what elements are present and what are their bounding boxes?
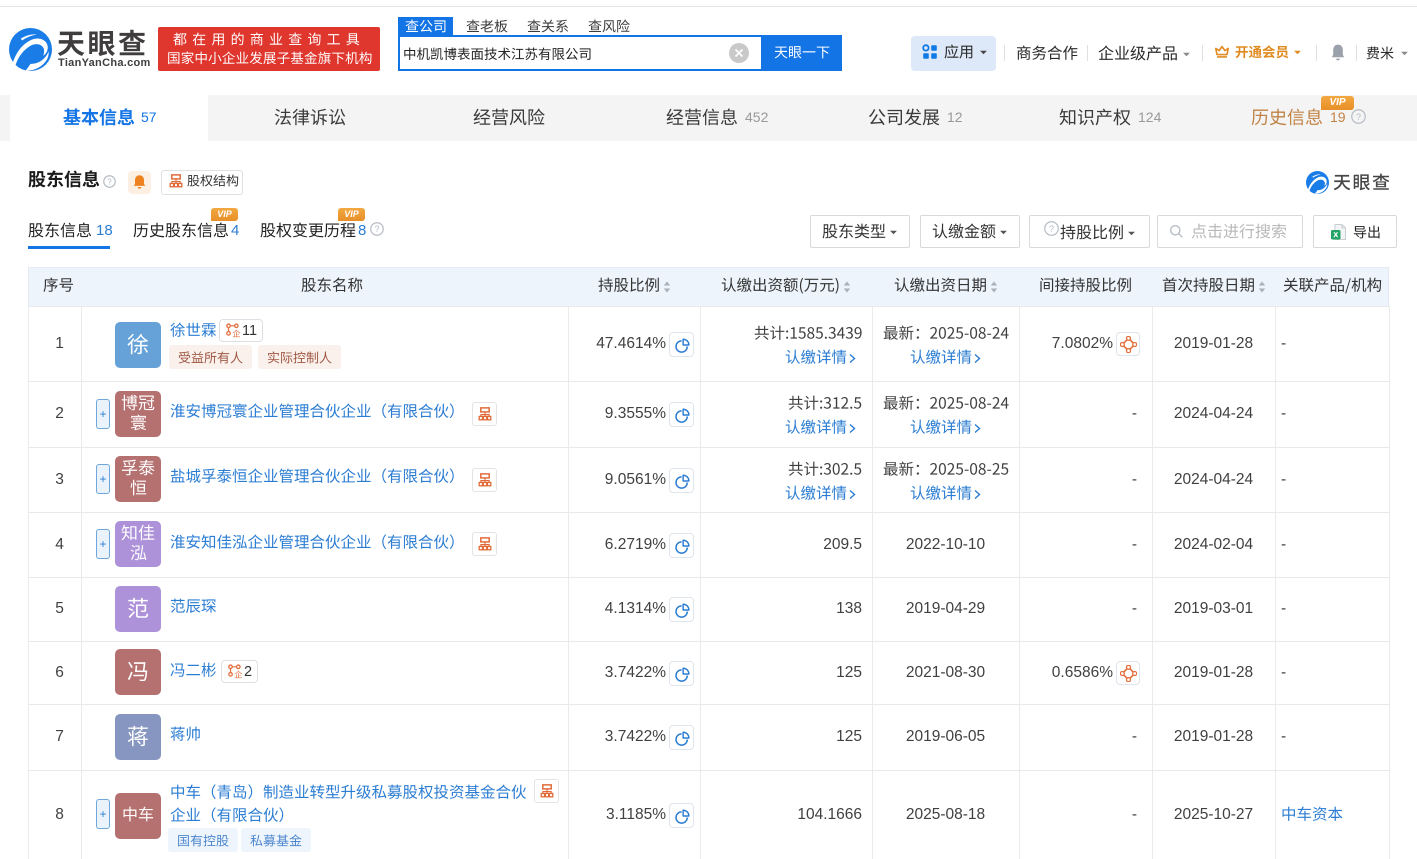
svg-text:?: ?: [1356, 112, 1361, 122]
svg-text:?: ?: [107, 177, 112, 186]
svg-text:?: ?: [375, 224, 380, 234]
svg-text:?: ?: [1048, 224, 1053, 234]
